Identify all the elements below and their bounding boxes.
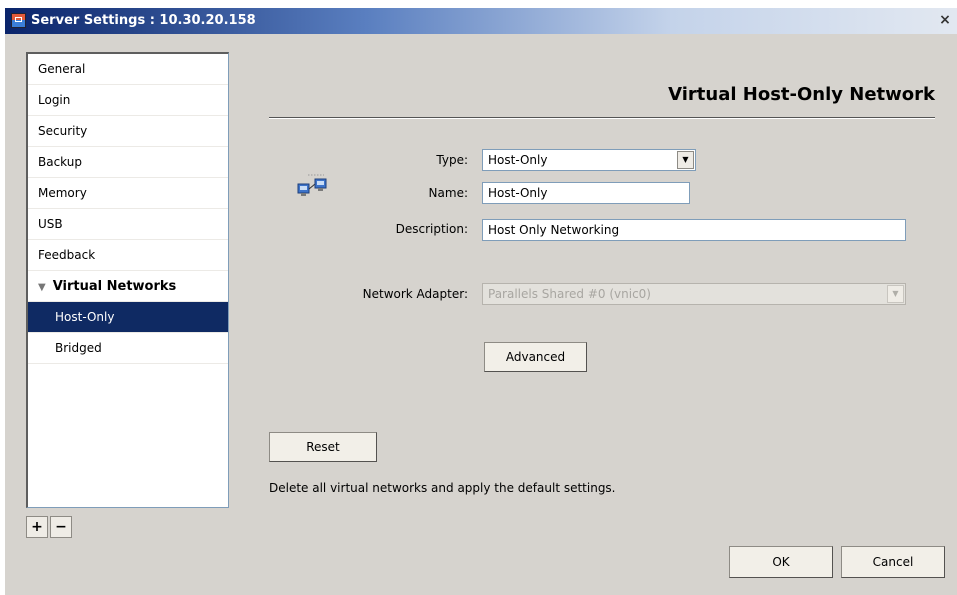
sidebar-item-usb[interactable]: USB [28, 209, 228, 240]
sidebar-group-label: Virtual Networks [52, 279, 177, 294]
chevron-down-icon: ▼ [887, 285, 904, 303]
type-dropdown[interactable]: Host-Only ▼ [482, 149, 696, 171]
sidebar-item-general[interactable]: General [28, 54, 228, 85]
cancel-button[interactable]: Cancel [841, 546, 945, 578]
advanced-button[interactable]: Advanced [484, 342, 587, 372]
description-field[interactable]: Host Only Networking [482, 219, 906, 241]
network-adapter-label: Network Adapter: [362, 287, 468, 301]
close-button[interactable]: × [937, 12, 953, 28]
description-label: Description: [395, 222, 468, 236]
name-field[interactable]: Host-Only [482, 182, 690, 204]
expand-triangle-icon[interactable]: ▼ [38, 282, 46, 293]
app-icon [11, 13, 26, 28]
sidebar-item-memory[interactable]: Memory [28, 178, 228, 209]
page-title: Virtual Host-Only Network [668, 84, 935, 105]
ok-button[interactable]: OK [729, 546, 833, 578]
sidebar-item-bridged[interactable]: Bridged [28, 333, 228, 364]
sidebar-item-security[interactable]: Security [28, 116, 228, 147]
add-network-button[interactable]: + [26, 516, 48, 538]
window-title: Server Settings : 10.30.20.158 [31, 13, 256, 28]
type-label: Type: [436, 153, 468, 167]
server-settings-window: Server Settings : 10.30.20.158 × General… [5, 8, 957, 595]
sidebar-item-feedback[interactable]: Feedback [28, 240, 228, 271]
heading-divider-highlight [269, 118, 935, 119]
type-value: Host-Only [488, 153, 548, 167]
network-adapter-dropdown: Parallels Shared #0 (vnic0) ▼ [482, 283, 906, 305]
settings-sidebar: General Login Security Backup Memory USB… [26, 52, 229, 508]
network-adapter-value: Parallels Shared #0 (vnic0) [488, 287, 651, 301]
sidebar-group-virtual-networks[interactable]: ▼ Virtual Networks [28, 271, 228, 302]
network-adapter-icon [297, 174, 327, 196]
sidebar-item-host-only[interactable]: Host-Only [28, 302, 228, 333]
reset-button[interactable]: Reset [269, 432, 377, 462]
name-label: Name: [428, 186, 468, 200]
sidebar-item-login[interactable]: Login [28, 85, 228, 116]
chevron-down-icon[interactable]: ▼ [677, 151, 694, 169]
title-bar[interactable]: Server Settings : 10.30.20.158 × [5, 8, 957, 34]
remove-network-button[interactable]: − [50, 516, 72, 538]
reset-description: Delete all virtual networks and apply th… [269, 481, 616, 495]
sidebar-item-backup[interactable]: Backup [28, 147, 228, 178]
